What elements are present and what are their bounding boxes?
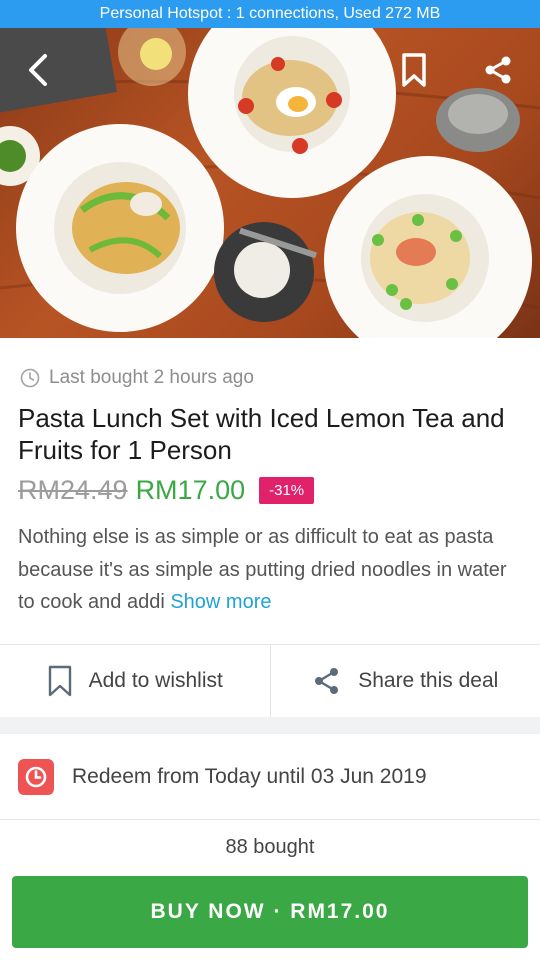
discount-badge: -31% (259, 476, 315, 504)
price-row: RM24.49 RM17.00 -31% (18, 472, 315, 508)
deal-title: Pasta Lunch Set with Iced Lemon Tea and … (18, 403, 505, 465)
add-to-wishlist-button[interactable]: Add to wishlist (0, 645, 270, 717)
calendar-clock-icon (18, 758, 54, 795)
last-bought-row: Last bought 2 hours ago (20, 365, 254, 391)
clock-icon (20, 368, 40, 388)
food-photo (0, 28, 540, 338)
wishlist-label: Add to wishlist (88, 669, 223, 692)
redeem-period-row: Redeem from Today until 03 Jun 2019 (0, 734, 540, 820)
last-bought-text: Last bought 2 hours ago (49, 367, 254, 388)
deal-actions: Add to wishlist Share this deal (0, 644, 540, 717)
bookmark-outline-icon (48, 665, 71, 697)
share-icon (315, 668, 339, 694)
buy-now-button[interactable]: BUY NOW · RM17.00 (12, 876, 528, 948)
chevron-left-icon (29, 54, 47, 86)
share-deal-button[interactable]: Share this deal (269, 645, 540, 717)
section-divider (0, 717, 540, 734)
bought-count: 88 bought (225, 836, 315, 858)
hotspot-status-text: Personal Hotspot : 1 connections, Used 2… (99, 5, 441, 22)
buy-now-label: BUY NOW · RM17.00 (150, 900, 390, 923)
bookmark-button[interactable] (392, 48, 436, 92)
deal-price: RM17.00 (135, 474, 246, 505)
show-more-link[interactable]: Show more (170, 591, 271, 613)
original-price: RM24.49 (18, 474, 128, 505)
share-label: Share this deal (358, 669, 499, 692)
bookmark-icon (402, 53, 426, 87)
share-icon (485, 56, 511, 84)
redeem-text: Redeem from Today until 03 Jun 2019 (72, 764, 427, 788)
share-button[interactable] (476, 48, 520, 92)
clock-icon (25, 766, 47, 787)
deal-hero-image (0, 28, 540, 338)
deal-description: Nothing else is as simple or as difficul… (18, 521, 526, 619)
hotspot-status-bar: Personal Hotspot : 1 connections, Used 2… (0, 0, 540, 28)
back-button[interactable] (16, 48, 60, 92)
